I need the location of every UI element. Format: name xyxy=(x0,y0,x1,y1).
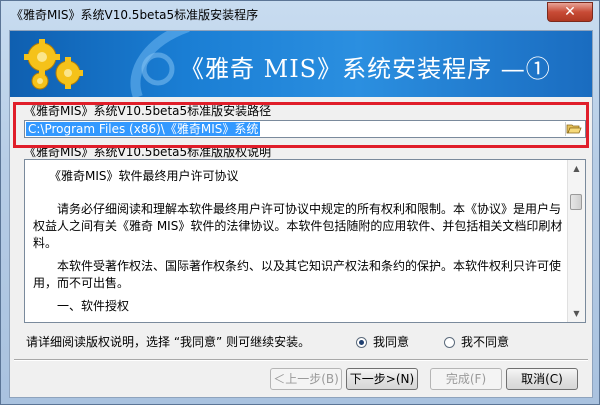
banner-title: 《雅奇 MIS》系统安装程序 —① xyxy=(180,55,551,83)
banner: 《雅奇 MIS》系统安装程序 —① xyxy=(10,31,592,97)
disagree-radio[interactable]: 我不同意 xyxy=(444,333,509,350)
install-path-field[interactable]: C:\Program Files (x86)\《雅奇MIS》系统 xyxy=(24,120,586,138)
radio-unselected-icon[interactable] xyxy=(444,337,455,348)
license-paragraph: 请务必仔细阅读和理解本软件最终用户许可协议中规定的所有权利和限制。本《协议》是用… xyxy=(33,202,563,250)
agreement-row: 请详细阅读版权说明，选择 “我同意” 则可继续安装。 我同意 我不同意 xyxy=(24,331,586,351)
license-textbox[interactable]: 《雅奇MIS》软件最终用户许可协议 请务必仔细阅读和理解本软件最终用户许可协议中… xyxy=(24,159,586,323)
scroll-up-arrow-icon[interactable]: ▲ xyxy=(569,161,584,176)
title-bar[interactable]: 《雅奇MIS》系统V10.5beta5标准版安装程序 ✕ xyxy=(1,1,599,31)
agree-radio[interactable]: 我同意 xyxy=(356,333,409,350)
client-area: 《雅奇 MIS》系统安装程序 —① 《雅奇MIS》系统V10.5beta5标准版… xyxy=(9,30,593,398)
license-scrollbar[interactable]: ▲ ▼ xyxy=(567,160,585,322)
next-button[interactable]: 下一步>(N) xyxy=(346,368,418,390)
close-icon: ✕ xyxy=(564,4,576,20)
close-button[interactable]: ✕ xyxy=(547,2,593,22)
disagree-label: 我不同意 xyxy=(461,335,510,349)
license-paragraph: 本软件受著作权法、国际著作权条约、以及其它知识产权法和条约的保护。本软件权利只许… xyxy=(33,259,562,290)
browse-folder-button[interactable] xyxy=(565,122,584,136)
scroll-thumb[interactable] xyxy=(570,194,582,210)
license-text: 《雅奇MIS》软件最终用户许可协议 请务必仔细阅读和理解本软件最终用户许可协议中… xyxy=(33,166,565,315)
finish-button[interactable]: 完成(F) xyxy=(430,368,502,390)
license-heading: 《雅奇MIS》软件最终用户许可协议 xyxy=(49,169,239,183)
installer-window: 《雅奇MIS》系统V10.5beta5标准版安装程序 ✕ 《雅奇 MIS》系统安… xyxy=(0,0,600,405)
install-path-label: 《雅奇MIS》系统V10.5beta5标准版安装路径 xyxy=(24,104,272,118)
license-section-heading: 一、软件授权 xyxy=(57,299,130,313)
radio-selected-icon[interactable] xyxy=(356,337,367,348)
license-label: 《雅奇MIS》系统V10.5beta5标准版版权说明 xyxy=(24,145,272,159)
gears-logo-icon xyxy=(24,39,83,90)
window-title: 《雅奇MIS》系统V10.5beta5标准版安装程序 xyxy=(11,8,259,22)
footer-separator xyxy=(14,359,588,361)
agree-label: 我同意 xyxy=(373,335,410,349)
install-path-input[interactable]: C:\Program Files (x86)\《雅奇MIS》系统 xyxy=(26,122,261,136)
agreement-prompt: 请详细阅读版权说明，选择 “我同意” 则可继续安装。 xyxy=(26,335,311,349)
cancel-button[interactable]: 取消(C) xyxy=(506,368,578,390)
folder-open-icon xyxy=(566,124,582,134)
scroll-down-arrow-icon[interactable]: ▼ xyxy=(569,306,584,321)
back-button[interactable]: ＜上一步(B) xyxy=(270,368,342,390)
